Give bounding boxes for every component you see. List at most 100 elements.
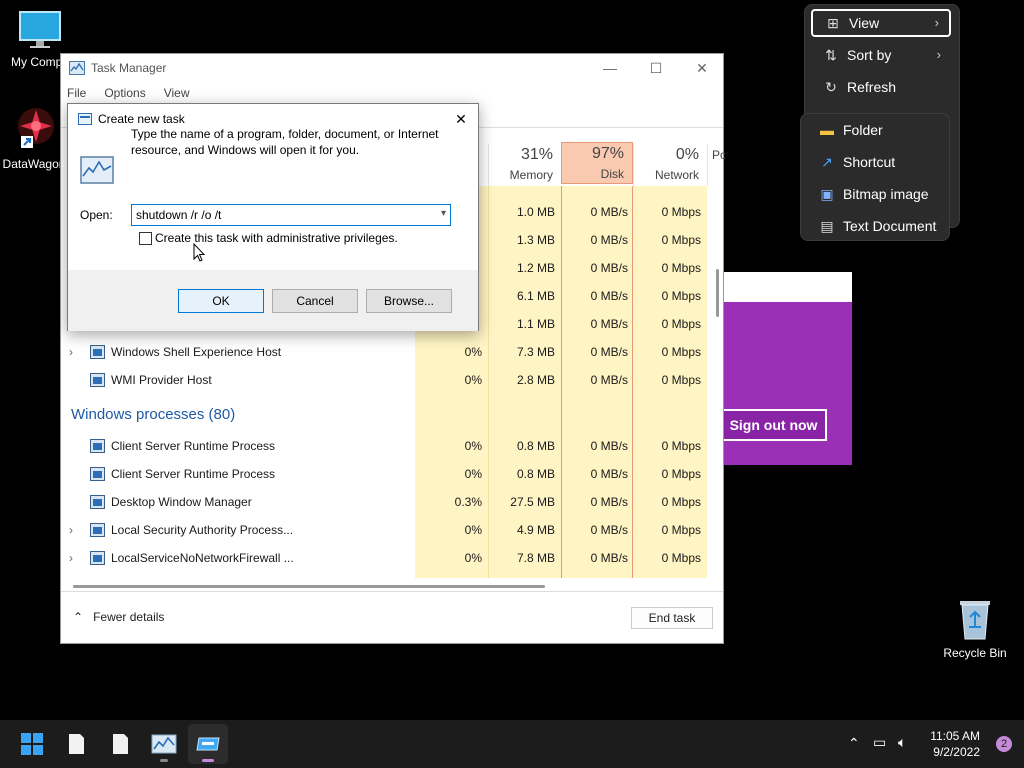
menu-options[interactable]: Options	[104, 86, 145, 100]
new-item-text-document[interactable]: ▤ Text Document	[807, 212, 947, 240]
ok-button[interactable]: OK	[178, 289, 264, 313]
context-menu-item-sort-by[interactable]: ⇅ Sort by ›	[811, 41, 951, 69]
end-task-button[interactable]: End task	[631, 607, 713, 629]
process-name: Client Server Runtime Process	[111, 439, 276, 453]
network-icon[interactable]: ▭	[873, 734, 886, 751]
network-cell: 0 Mbps	[661, 261, 701, 275]
desktop-icon-recycle-bin[interactable]: Recycle Bin	[938, 597, 1012, 660]
volume-icon[interactable]: 🔈︎	[898, 734, 906, 751]
browse-button[interactable]: Browse...	[366, 289, 452, 313]
memory-cell: 1.0 MB	[516, 205, 555, 219]
disk-cell: 0 MB/s	[590, 317, 628, 331]
col-header-power[interactable]: Po	[707, 144, 725, 186]
expand-chevron-icon[interactable]: ›	[69, 544, 73, 572]
context-menu-item-view[interactable]: ⊞ View ›	[811, 9, 951, 37]
cancel-button[interactable]: Cancel	[272, 289, 358, 313]
memory-cell: 0.8 MB	[516, 467, 555, 481]
clock[interactable]: 11:05 AM 9/2/2022	[930, 728, 980, 760]
chevron-up-icon[interactable]: ⌃	[848, 735, 860, 752]
taskbar-file-button[interactable]	[100, 724, 140, 764]
horizontal-scrollbar[interactable]	[73, 585, 545, 588]
network-cell: 0 Mbps	[661, 439, 701, 453]
process-icon	[90, 345, 105, 359]
chevron-right-icon: ›	[934, 15, 939, 30]
new-submenu: ▬ Folder ↗ Shortcut ▣ Bitmap image ▤ Tex…	[800, 113, 950, 241]
taskbar-task-manager-button[interactable]	[144, 724, 184, 764]
memory-percent: 31%	[520, 146, 553, 163]
table-row[interactable]: › Windows Shell Experience Host 0% 7.3 M…	[61, 338, 709, 366]
admin-privileges-checkbox[interactable]	[139, 232, 152, 245]
memory-cell: 7.3 MB	[516, 345, 555, 359]
network-label: Network	[654, 168, 699, 182]
expand-chevron-icon[interactable]: ›	[69, 338, 73, 366]
context-menu-label: View	[849, 15, 880, 31]
chevron-right-icon: ›	[936, 47, 941, 62]
signout-window-topbar	[724, 272, 852, 302]
process-icon	[90, 439, 105, 453]
sign-out-now-button[interactable]: Sign out now	[720, 409, 827, 441]
vertical-scrollbar[interactable]	[716, 269, 719, 317]
signout-window: Sign out now	[720, 272, 852, 465]
table-row[interactable]: › Local Security Authority Process... 0%…	[61, 516, 709, 544]
taskbar-run-button[interactable]	[188, 724, 228, 764]
monitor-icon	[19, 11, 61, 48]
memory-cell: 4.9 MB	[516, 523, 555, 537]
taskbar-file-button[interactable]	[56, 724, 96, 764]
disk-cell: 0 MB/s	[590, 233, 628, 247]
fewer-details-button[interactable]: ⌃ Fewer details	[73, 610, 164, 624]
process-name: Desktop Window Manager	[111, 495, 252, 509]
process-icon	[90, 495, 105, 509]
table-row[interactable]: › LocalServiceNoNetworkFirewall ... 0% 7…	[61, 544, 709, 572]
open-combobox[interactable]: ▾	[131, 204, 451, 226]
notification-badge[interactable]: 2	[996, 736, 1012, 752]
admin-privileges-label[interactable]: Create this task with administrative pri…	[155, 231, 398, 245]
table-row[interactable]: Desktop Window Manager 0.3% 27.5 MB 0 MB…	[61, 488, 709, 516]
close-button[interactable]: ✕	[679, 54, 725, 82]
disk-percent: 97%	[591, 145, 624, 162]
menu-file[interactable]: File	[67, 86, 86, 100]
window-title: Task Manager	[91, 61, 167, 75]
menubar: File Options View	[61, 82, 723, 104]
process-name: LocalServiceNoNetworkFirewall ...	[111, 551, 294, 565]
cpu-cell: 0%	[464, 467, 482, 481]
start-button[interactable]	[12, 724, 52, 764]
task-manager-footer: ⌃ Fewer details End task	[61, 591, 723, 643]
context-menu-item-refresh[interactable]: ↻ Refresh	[811, 73, 951, 101]
process-name: Local Security Authority Process...	[111, 523, 294, 537]
new-item-folder[interactable]: ▬ Folder	[807, 116, 947, 144]
table-row[interactable]: Client Server Runtime Process 0% 0.8 MB …	[61, 432, 709, 460]
dialog-title: Create new task	[98, 112, 185, 126]
chevron-down-icon[interactable]: ▾	[441, 208, 446, 219]
new-item-bitmap-image[interactable]: ▣ Bitmap image	[807, 180, 947, 208]
network-cell: 0 Mbps	[661, 233, 701, 247]
disk-cell: 0 MB/s	[590, 551, 628, 565]
run-dialog-icon	[78, 113, 92, 125]
network-cell: 0 Mbps	[661, 373, 701, 387]
table-row[interactable]: WMI Provider Host 0% 2.8 MB 0 MB/s 0 Mbp…	[61, 366, 709, 394]
new-item-shortcut[interactable]: ↗ Shortcut	[807, 148, 947, 176]
network-cell: 0 Mbps	[661, 317, 701, 331]
disk-cell: 0 MB/s	[590, 345, 628, 359]
group-header-windows-processes[interactable]: Windows processes (80)	[71, 406, 235, 423]
col-header-disk[interactable]: 97% Disk	[561, 142, 633, 184]
mouse-cursor-icon	[193, 243, 205, 262]
col-header-memory[interactable]: 31% Memory	[488, 144, 561, 186]
power-label: Po	[712, 148, 725, 162]
maximize-button[interactable]: ☐	[633, 54, 679, 82]
new-item-label: Text Document	[843, 218, 937, 234]
open-label: Open:	[80, 208, 113, 222]
process-name: Client Server Runtime Process	[111, 467, 276, 481]
col-header-network[interactable]: 0% Network	[633, 144, 707, 186]
text-document-icon: ▤	[820, 218, 834, 234]
expand-chevron-icon[interactable]: ›	[69, 516, 73, 544]
minimize-button[interactable]: —	[587, 54, 633, 82]
disk-cell: 0 MB/s	[590, 373, 628, 387]
process-icon	[90, 551, 105, 565]
memory-cell: 1.2 MB	[516, 261, 555, 275]
menu-view[interactable]: View	[164, 86, 190, 100]
task-manager-icon	[69, 61, 85, 75]
file-icon	[69, 734, 84, 754]
open-input[interactable]	[132, 205, 422, 225]
table-row[interactable]: Client Server Runtime Process 0% 0.8 MB …	[61, 460, 709, 488]
network-cell: 0 Mbps	[661, 523, 701, 537]
